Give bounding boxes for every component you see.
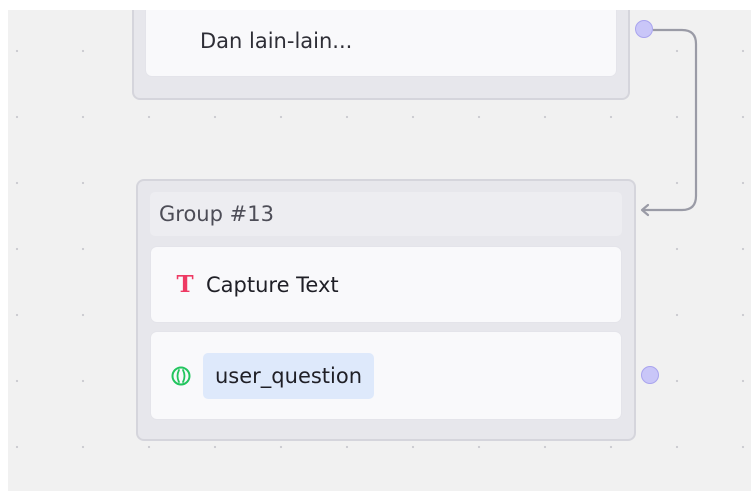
output-port-variable-step[interactable]	[641, 366, 659, 384]
capture-text-label: Capture Text	[206, 272, 339, 297]
capture-text-step[interactable]: T Capture Text	[151, 247, 621, 322]
variable-chip[interactable]: user_question	[203, 352, 375, 399]
group-block[interactable]: Group #13 T Capture Text user_question	[136, 179, 636, 441]
group-title[interactable]: Group #13	[150, 192, 622, 236]
flow-canvas[interactable]: Dan lain-lain... Group #13 T Capture Tex…	[8, 10, 751, 491]
variable-icon	[171, 366, 191, 385]
text-t-icon: T	[176, 271, 194, 298]
variable-step[interactable]: user_question	[151, 332, 621, 419]
